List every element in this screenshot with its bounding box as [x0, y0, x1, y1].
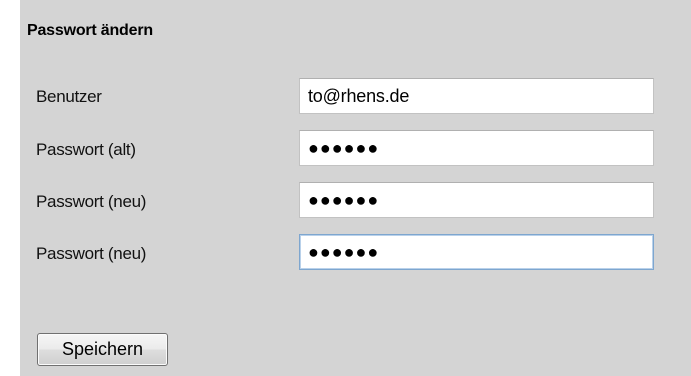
save-button[interactable]: Speichern [37, 333, 168, 366]
change-password-panel: Passwort ändern Benutzer to@rhens.de Pas… [20, 0, 691, 376]
new-password-field[interactable]: ●●●●●● [299, 182, 654, 218]
confirm-password-field[interactable]: ●●●●●● [299, 234, 654, 270]
old-password-label: Passwort (alt) [36, 140, 136, 159]
old-password-field[interactable]: ●●●●●● [299, 130, 654, 166]
new-password-label: Passwort (neu) [36, 192, 147, 211]
confirm-password-label: Passwort (neu) [36, 244, 147, 263]
panel-title: Passwort ändern [27, 22, 153, 39]
new-password-value: ●●●●●● [308, 190, 380, 210]
old-password-value: ●●●●●● [308, 138, 380, 158]
username-value: to@rhens.de [308, 86, 410, 106]
username-field[interactable]: to@rhens.de [299, 78, 654, 114]
username-label: Benutzer [36, 87, 102, 106]
confirm-password-value: ●●●●●● [308, 242, 380, 262]
